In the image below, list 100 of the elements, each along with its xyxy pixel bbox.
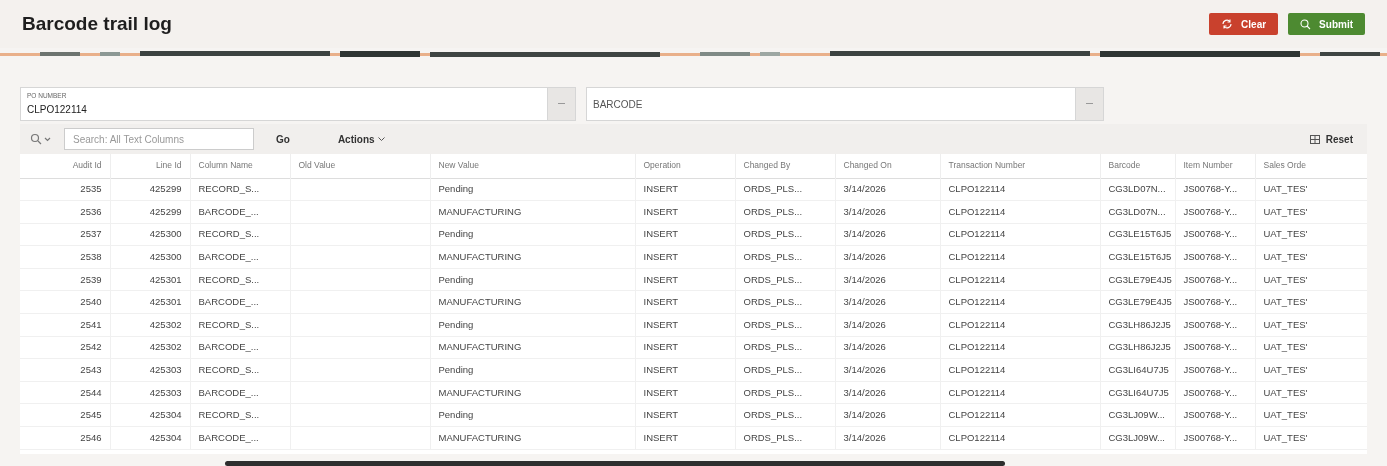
clear-button[interactable]: Clear — [1209, 13, 1279, 35]
barcode-field[interactable]: BARCODE — [586, 87, 1076, 121]
minus-icon — [558, 103, 565, 105]
table-cell: CLPO122114 — [948, 363, 1006, 375]
table-cell: Pending — [438, 363, 474, 375]
table-cell: RECORD_S... — [198, 409, 260, 421]
column-header[interactable]: Audit Id — [72, 160, 102, 171]
table-cell: UAT_TES' — [1263, 386, 1308, 398]
table-cell: 2539 — [80, 273, 102, 285]
table-cell: 2538 — [80, 250, 102, 262]
scrollbar[interactable] — [225, 461, 1005, 466]
table-cell: 3/14/2026 — [843, 205, 886, 217]
table-cell: CLPO122114 — [948, 386, 1006, 398]
table-cell: INSERT — [643, 341, 679, 353]
reset-button[interactable]: Reset — [1309, 131, 1357, 147]
table-cell: CG3LH86J2J5 — [1108, 341, 1171, 353]
dropdown-button[interactable] — [548, 87, 576, 121]
table-cell: JS00768-Y... — [1183, 183, 1238, 195]
column-header[interactable]: Changed On — [843, 160, 892, 171]
table-cell: UAT_TES' — [1263, 183, 1308, 195]
go-button[interactable]: Go — [270, 131, 296, 147]
table-cell: INSERT — [643, 363, 679, 375]
table-cell: JS00768-Y... — [1183, 318, 1238, 330]
column-header[interactable]: Sales Orde — [1263, 160, 1307, 171]
table-cell: CG3LE15T6J5 — [1108, 250, 1172, 262]
table-cell: CLPO122114 — [948, 431, 1006, 443]
table-cell: 3/14/2026 — [843, 409, 886, 421]
column-header[interactable]: Line Id — [155, 160, 182, 171]
table-cell: ORDS_PLS... — [743, 341, 803, 353]
table-cell: JS00768-Y... — [1183, 431, 1238, 443]
table-cell: 425302 — [149, 341, 182, 353]
table-cell: 2542 — [80, 341, 102, 353]
table-cell: UAT_TES' — [1263, 431, 1308, 443]
dropdown-button[interactable] — [1076, 87, 1104, 121]
table-cell: INSERT — [643, 273, 679, 285]
table-cell: CG3LD07N... — [1108, 205, 1166, 217]
grid-icon — [1309, 134, 1320, 144]
table-cell: INSERT — [643, 386, 679, 398]
table-cell: ORDS_PLS... — [743, 250, 803, 262]
table-cell: UAT_TES' — [1263, 363, 1308, 375]
table-cell: ORDS_PLS... — [743, 409, 803, 421]
table-cell: INSERT — [643, 228, 679, 240]
table-cell: CG3LD07N... — [1108, 183, 1166, 195]
table-cell: CLPO122114 — [948, 273, 1006, 285]
table-cell: INSERT — [643, 431, 679, 443]
table-cell: CG3LE79E4J5 — [1108, 273, 1172, 285]
column-header[interactable]: Barcode — [1108, 160, 1141, 171]
table-cell: MANUFACTURING — [438, 431, 522, 443]
table-cell: 2544 — [80, 386, 102, 398]
table-cell: ORDS_PLS... — [743, 363, 803, 375]
table-cell: RECORD_S... — [198, 228, 260, 240]
table-cell: UAT_TES' — [1263, 250, 1308, 262]
table-cell: 425302 — [149, 318, 182, 330]
column-header[interactable]: Old Value — [298, 160, 336, 171]
table-cell: UAT_TES' — [1263, 341, 1308, 353]
table-cell: BARCODE_... — [198, 341, 259, 353]
table-cell: ORDS_PLS... — [743, 205, 803, 217]
column-header[interactable]: Transaction Number — [948, 160, 1026, 171]
table-cell: 425303 — [149, 386, 182, 398]
table-cell: 3/14/2026 — [843, 228, 886, 240]
column-header[interactable]: Item Number — [1183, 160, 1233, 171]
table-cell: MANUFACTURING — [438, 386, 522, 398]
page-title: Barcode trail log — [22, 11, 172, 36]
table-cell: CLPO122114 — [948, 318, 1006, 330]
table-cell: INSERT — [643, 183, 679, 195]
table-cell: 425301 — [149, 296, 182, 308]
refresh-icon — [1221, 19, 1234, 29]
table-cell: ORDS_PLS... — [743, 228, 803, 240]
column-header[interactable]: Operation — [643, 160, 681, 171]
column-header[interactable]: Changed By — [743, 160, 791, 171]
table-cell: UAT_TES' — [1263, 273, 1308, 285]
table-cell: 3/14/2026 — [843, 318, 886, 330]
search-field[interactable]: Search: All Text Columns — [64, 128, 254, 150]
table-cell: JS00768-Y... — [1183, 409, 1238, 421]
submit-button[interactable]: Submit — [1288, 13, 1365, 35]
minus-icon — [1086, 103, 1093, 105]
table-cell: CG3LE79E4J5 — [1108, 296, 1172, 308]
column-header[interactable]: New Value — [438, 160, 479, 171]
table-cell: CLPO122114 — [948, 228, 1006, 240]
table-cell: MANUFACTURING — [438, 205, 522, 217]
table-cell: 3/14/2026 — [843, 273, 886, 285]
table-cell: ORDS_PLS... — [743, 296, 803, 308]
table-cell: CG3LI64U7J5 — [1108, 363, 1169, 375]
table-cell: 425299 — [149, 205, 182, 217]
table-cell: CLPO122114 — [948, 341, 1006, 353]
table-cell: RECORD_S... — [198, 273, 260, 285]
table-cell: JS00768-Y... — [1183, 363, 1238, 375]
table-cell: CLPO122114 — [948, 250, 1006, 262]
table-cell: RECORD_S... — [198, 183, 260, 195]
table-cell: CLPO122114 — [948, 296, 1006, 308]
actions-menu[interactable]: Actions — [331, 131, 391, 147]
table-cell: JS00768-Y... — [1183, 341, 1238, 353]
table-cell: ORDS_PLS... — [743, 183, 803, 195]
column-header[interactable]: Column Name — [198, 160, 253, 171]
table-cell: ORDS_PLS... — [743, 431, 803, 443]
table-cell: CLPO122114 — [948, 205, 1006, 217]
table-cell: BARCODE_... — [198, 431, 259, 443]
table-cell: 2545 — [80, 409, 102, 421]
search-icon[interactable] — [30, 133, 52, 145]
table-cell: BARCODE_... — [198, 386, 259, 398]
